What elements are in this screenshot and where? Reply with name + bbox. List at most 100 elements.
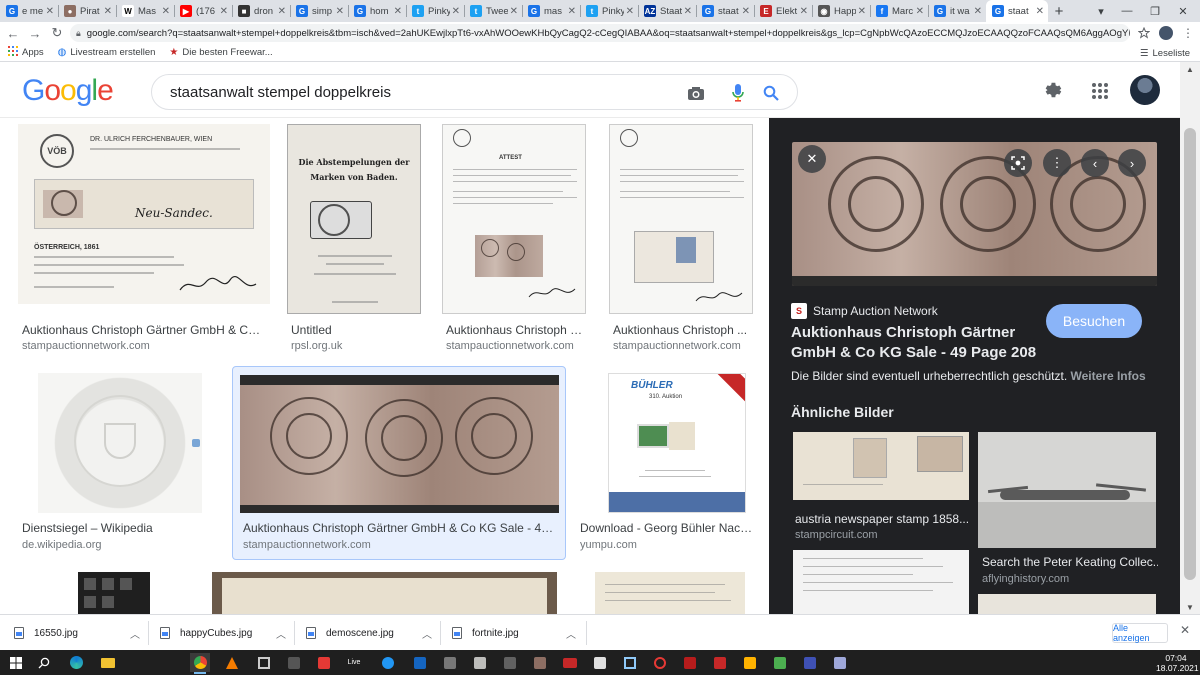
similar-image-thumbnail[interactable] — [978, 594, 1156, 614]
result-title[interactable]: Auktionhaus Christoph Gärtner GmbH & Co … — [22, 323, 266, 337]
google-apps-icon[interactable] — [1087, 78, 1113, 104]
app-icon[interactable] — [254, 653, 274, 672]
tab-close-icon[interactable]: ✕ — [220, 6, 228, 17]
result-thumbnail[interactable] — [38, 373, 202, 513]
similar-image-thumbnail[interactable] — [793, 432, 969, 500]
tab-close-icon[interactable]: ✕ — [510, 6, 518, 17]
browser-tab[interactable]: E Elekt ✕ — [754, 0, 812, 22]
close-preview-icon[interactable]: ✕ — [798, 145, 826, 173]
chevron-up-icon[interactable]: ︿ — [130, 626, 140, 641]
profile-avatar-small[interactable] — [1156, 22, 1176, 44]
new-tab-button[interactable]: + — [1048, 0, 1070, 22]
result-card[interactable]: Auktionhaus Christoph ... stampauctionne… — [609, 124, 757, 360]
app-icon[interactable] — [560, 653, 580, 672]
similar-image-source[interactable]: stampcircuit.com — [795, 529, 878, 541]
tab-close-icon[interactable]: ✕ — [974, 6, 982, 17]
scrollbar-thumb[interactable] — [1184, 128, 1196, 580]
app-icon[interactable] — [710, 653, 730, 672]
tab-close-icon[interactable]: ✕ — [800, 6, 808, 17]
app-icon[interactable] — [680, 653, 700, 672]
show-all-downloads-button[interactable]: Alle anzeigen — [1112, 623, 1168, 643]
result-card[interactable]: Dienstsiegel – Wikipedia de.wikipedia.or… — [18, 373, 223, 557]
reading-list[interactable]: ☰ Leseliste — [1140, 44, 1190, 62]
browser-tab[interactable]: ■ dron ✕ — [232, 0, 290, 22]
browser-tab[interactable]: f Marc ✕ — [870, 0, 928, 22]
preview-title[interactable]: Auktionhaus Christoph Gärtner GmbH & Co … — [791, 323, 1041, 363]
app-icon[interactable] — [284, 653, 304, 672]
more-info-link[interactable]: Weitere Infos — [1071, 369, 1146, 383]
result-title[interactable]: Auktionhaus Christoph G... — [446, 323, 586, 337]
result-thumbnail[interactable]: ATTEST — [442, 124, 586, 314]
edge-icon[interactable] — [66, 653, 86, 672]
app-icon[interactable] — [650, 653, 670, 672]
result-thumbnail[interactable]: BÜHLER 310. Auktion — [608, 373, 746, 513]
browser-tab[interactable]: ◉ Happ ✕ — [812, 0, 870, 22]
browser-tab[interactable]: W Mas ✕ — [116, 0, 174, 22]
maximize-icon[interactable]: ❐ — [1140, 0, 1170, 22]
result-source[interactable]: stampauctionnetwork.com — [446, 340, 574, 352]
previous-image-icon[interactable]: ‹ — [1081, 149, 1109, 177]
tab-close-icon[interactable]: ✕ — [626, 6, 634, 17]
browser-tab[interactable]: AZ Staat ✕ — [638, 0, 696, 22]
scroll-down-arrow-icon[interactable]: ▼ — [1180, 600, 1200, 614]
close-downloads-icon[interactable]: ✕ — [1180, 623, 1190, 637]
minimize-icon[interactable]: — — [1112, 0, 1142, 22]
more-options-icon[interactable]: ⋮ — [1043, 149, 1071, 177]
tab-close-icon[interactable]: ✕ — [278, 6, 286, 17]
tab-close-icon[interactable]: ✕ — [394, 6, 402, 17]
similar-image-source[interactable]: aflyinghistory.com — [982, 573, 1069, 585]
camera-icon[interactable] — [684, 75, 708, 111]
windows-start-icon[interactable] — [6, 653, 26, 672]
app-icon[interactable] — [590, 653, 610, 672]
result-thumbnail[interactable]: VÖB DR. ULRICH FERCHENBAUER, WIEN Neu-Sa… — [18, 124, 270, 304]
result-source[interactable]: de.wikipedia.org — [22, 539, 102, 551]
similar-image-thumbnail[interactable] — [793, 550, 969, 614]
close-window-icon[interactable]: ✕ — [1168, 0, 1198, 22]
tab-close-icon[interactable]: ✕ — [162, 6, 170, 17]
result-card[interactable]: Die Abstempelungen der Marken von Baden.… — [287, 124, 425, 360]
browser-tab[interactable]: t Pinky ✕ — [406, 0, 464, 22]
browser-tab[interactable]: Gstaat ✕ — [696, 0, 754, 22]
tab-close-icon[interactable]: ✕ — [742, 6, 750, 17]
tab-close-icon[interactable]: ✕ — [336, 6, 344, 17]
result-card[interactable] — [18, 572, 194, 614]
tab-close-icon[interactable]: ✕ — [858, 6, 866, 17]
next-image-icon[interactable]: › — [1118, 149, 1146, 177]
download-item[interactable]: demoscene.jpg ︿ — [306, 623, 434, 643]
browser-tab[interactable]: Git wa ✕ — [928, 0, 986, 22]
app-icon[interactable] — [530, 653, 550, 672]
app-icon[interactable]: Live — [344, 653, 364, 672]
app-icon[interactable] — [620, 653, 640, 672]
browser-tab[interactable]: Ghom ✕ — [348, 0, 406, 22]
download-item[interactable]: 16550.jpg ︿ — [14, 623, 142, 643]
settings-gear-icon[interactable] — [1040, 78, 1066, 104]
app-icon[interactable] — [314, 653, 334, 672]
reload-icon[interactable]: ↻ — [46, 22, 68, 44]
app-icon[interactable] — [440, 653, 460, 672]
bookmark-apps[interactable]: Apps — [8, 46, 44, 59]
browser-tab[interactable]: Gmas ✕ — [522, 0, 580, 22]
search-input[interactable]: staatsanwalt stempel doppelkreis — [151, 74, 798, 110]
visit-button[interactable]: Besuchen — [1046, 304, 1142, 338]
result-source[interactable]: stampauctionnetwork.com — [613, 340, 741, 352]
result-card[interactable]: ATTEST Auktionhaus Christoph G... stampa… — [442, 124, 592, 360]
app-icon[interactable] — [740, 653, 760, 672]
result-title[interactable]: Untitled — [291, 323, 421, 337]
file-explorer-icon[interactable] — [98, 653, 118, 672]
result-card[interactable]: VÖB DR. ULRICH FERCHENBAUER, WIEN Neu-Sa… — [18, 124, 270, 360]
result-thumbnail[interactable] — [595, 572, 745, 614]
result-source[interactable]: stampauctionnetwork.com — [243, 539, 371, 551]
browser-tab[interactable]: ▶ (176 ✕ — [174, 0, 232, 22]
result-title[interactable]: Auktionhaus Christoph Gärtner GmbH & Co … — [243, 521, 559, 535]
vlc-icon[interactable] — [222, 653, 242, 672]
result-card[interactable] — [212, 572, 557, 614]
bookmark-livestream[interactable]: ◍ Livestream erstellen — [58, 47, 156, 58]
browser-tab[interactable]: ● Pirat ✕ — [58, 0, 116, 22]
tab-close-icon[interactable]: ✕ — [916, 6, 924, 17]
chevron-up-icon[interactable]: ︿ — [422, 626, 432, 641]
similar-image-title[interactable]: Search the Peter Keating Collec... — [982, 555, 1158, 569]
system-clock[interactable]: 07:04 18.07.2021 — [1156, 653, 1199, 673]
app-icon[interactable] — [800, 653, 820, 672]
chevron-up-icon[interactable]: ︿ — [566, 626, 576, 641]
browser-tab[interactable]: Gstaat ✕ — [986, 0, 1048, 22]
